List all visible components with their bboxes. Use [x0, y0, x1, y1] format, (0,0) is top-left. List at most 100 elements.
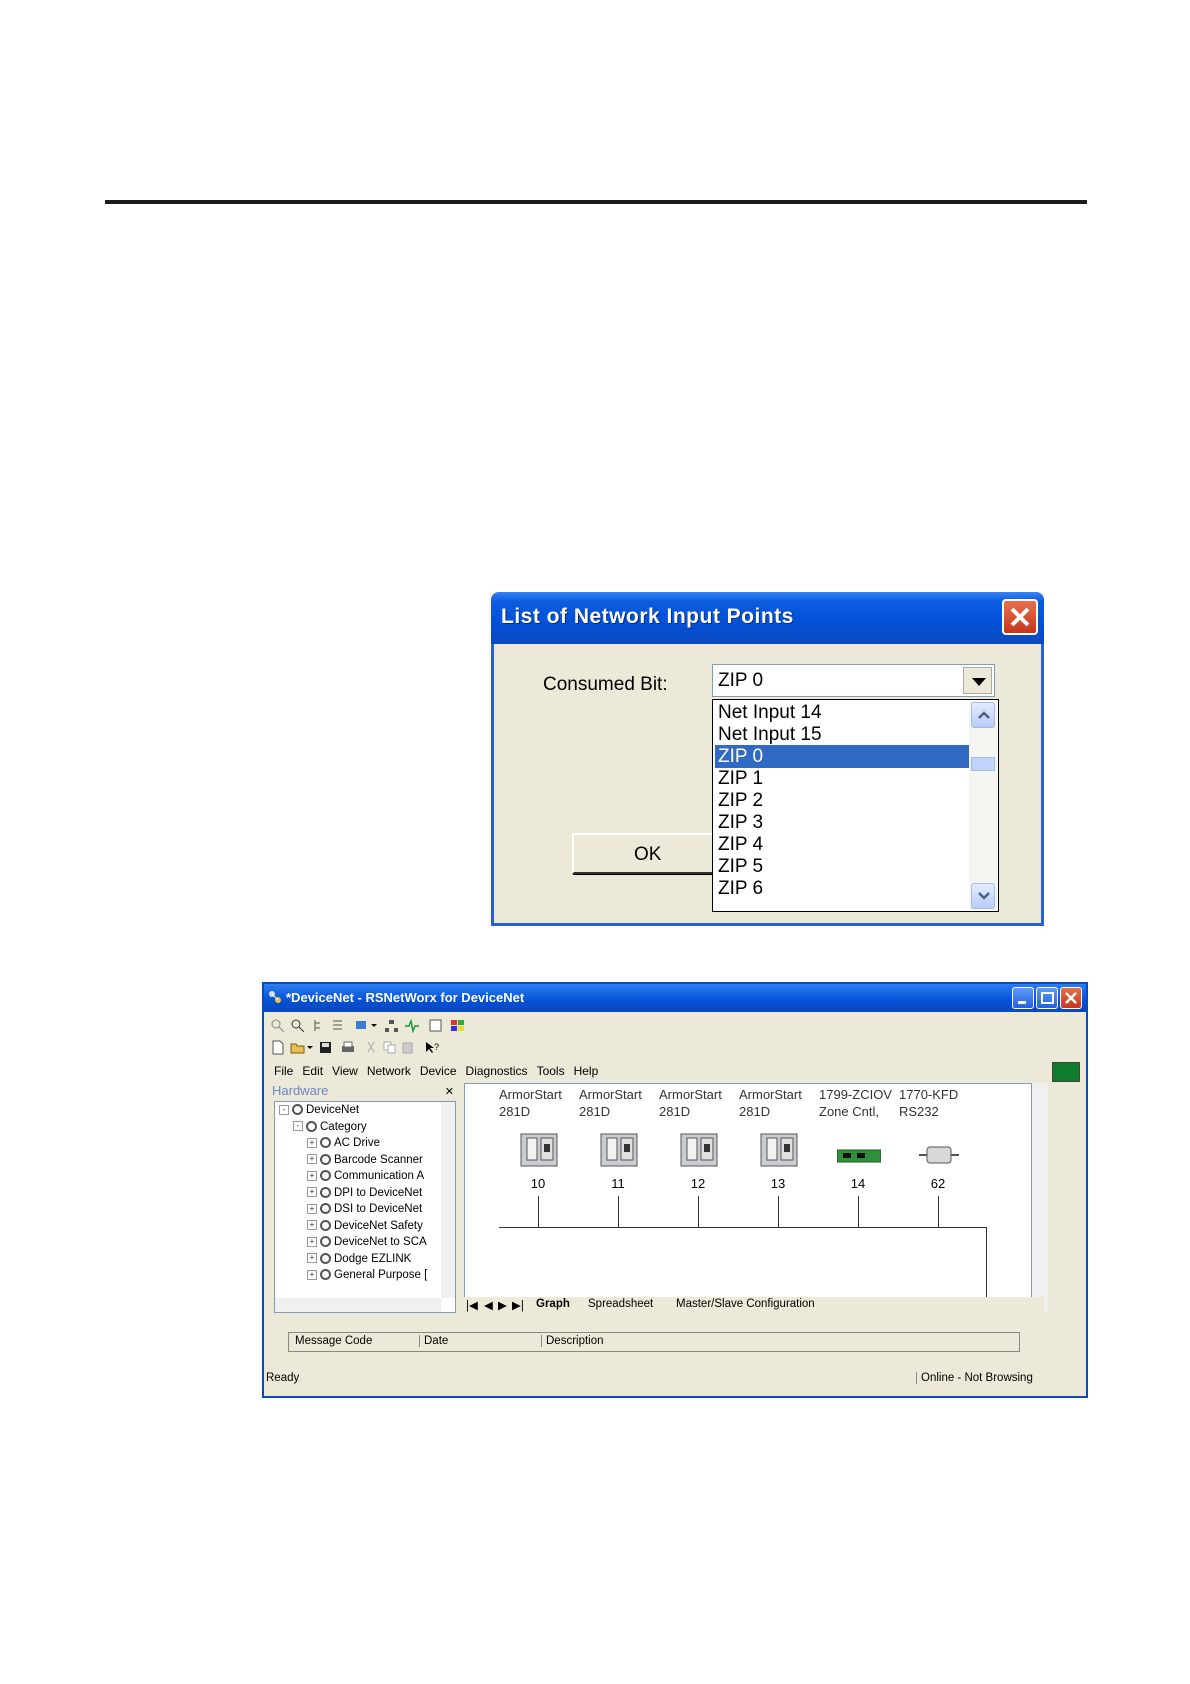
dropdown-option[interactable]: ZIP 2: [715, 789, 969, 812]
dialog-close-button[interactable]: [1002, 599, 1038, 635]
cut-icon[interactable]: [364, 1040, 380, 1055]
tree-node[interactable]: + DSI to DeviceNet: [307, 1203, 422, 1215]
collapse-icon[interactable]: -: [293, 1121, 303, 1132]
save-icon[interactable]: [318, 1040, 334, 1055]
consumed-bit-dropdown-list[interactable]: Net Input 14 Net Input 15 ZIP 0 ZIP 1 ZIP 2Z…: [712, 699, 999, 912]
menu-edit[interactable]: Edit: [302, 1064, 323, 1078]
expand-icon[interactable]: +: [307, 1269, 317, 1280]
consumed-bit-combobox[interactable]: ZIP 0: [712, 664, 995, 697]
expand-icon[interactable]: +: [307, 1236, 317, 1247]
color-grid-icon[interactable]: [450, 1018, 466, 1033]
ok-button[interactable]: OK: [572, 833, 717, 874]
tab-spreadsheet[interactable]: Spreadsheet: [588, 1298, 653, 1310]
last-page-icon[interactable]: ▶|: [512, 1298, 524, 1312]
network-graph-view[interactable]: ArmorStart 281D 10 ArmorStart 281D 11 ArmorSta…: [464, 1083, 1032, 1313]
paste-icon[interactable]: [400, 1040, 416, 1055]
diagnostics-icon[interactable]: [404, 1018, 420, 1033]
dropdown-arrow-icon[interactable]: [306, 1040, 314, 1055]
tree-node[interactable]: + General Purpose [: [307, 1269, 427, 1281]
dropdown-option[interactable]: ZIP 3: [715, 811, 969, 834]
online-icon[interactable]: [354, 1018, 370, 1033]
help-pointer-icon[interactable]: ?: [424, 1040, 440, 1055]
dropdown-option[interactable]: ZIP 5: [715, 855, 969, 878]
minimize-button[interactable]: [1012, 987, 1034, 1009]
dialog-title: List of Network Input Points: [501, 605, 794, 628]
network-icon[interactable]: [384, 1018, 400, 1033]
menu-file[interactable]: File: [274, 1064, 293, 1078]
prev-page-icon[interactable]: ◀: [484, 1298, 493, 1312]
graph-vertical-scrollbar[interactable]: [1032, 1083, 1048, 1311]
tree-node[interactable]: + DeviceNet to SCA: [307, 1236, 427, 1248]
scroll-thumb[interactable]: [971, 757, 995, 771]
copy-icon[interactable]: [382, 1040, 398, 1055]
dropdown-arrow-icon[interactable]: [370, 1018, 378, 1033]
collapse-icon[interactable]: -: [279, 1104, 289, 1115]
dropdown-option[interactable]: Net Input 15: [715, 723, 969, 746]
tree-view-icon[interactable]: [312, 1018, 328, 1033]
tree-node[interactable]: + Dodge EZLINK: [307, 1253, 411, 1265]
chevron-down-icon[interactable]: [963, 667, 992, 694]
menu-tools[interactable]: Tools: [537, 1064, 565, 1078]
menu-network[interactable]: Network: [367, 1064, 411, 1078]
dialog-title-bar[interactable]: List of Network Input Points: [491, 592, 1044, 644]
zoom-in-icon[interactable]: [270, 1018, 286, 1033]
armorstart-device-icon[interactable]: [677, 1132, 721, 1172]
new-file-icon[interactable]: [270, 1040, 286, 1055]
scroll-down-button[interactable]: [971, 883, 995, 909]
message-column-description[interactable]: Description: [541, 1335, 604, 1347]
properties-icon[interactable]: [428, 1018, 444, 1033]
message-column-date[interactable]: Date: [419, 1335, 448, 1347]
menu-view[interactable]: View: [332, 1064, 358, 1078]
device-label: ArmorStart 281D: [499, 1086, 579, 1120]
message-column-message-code[interactable]: Message Code: [295, 1335, 372, 1347]
expand-icon[interactable]: +: [307, 1170, 317, 1181]
dropdown-option[interactable]: Net Input 14: [715, 701, 969, 724]
window-close-button[interactable]: [1060, 987, 1082, 1009]
tab-graph[interactable]: Graph: [536, 1298, 570, 1310]
expand-icon[interactable]: +: [307, 1203, 317, 1214]
armorstart-device-icon[interactable]: [757, 1132, 801, 1172]
next-page-icon[interactable]: ▶: [498, 1298, 507, 1312]
first-page-icon[interactable]: |◀: [466, 1298, 478, 1312]
print-icon[interactable]: [340, 1040, 356, 1055]
scroll-up-button[interactable]: [971, 702, 995, 728]
expand-icon[interactable]: +: [307, 1137, 317, 1148]
hardware-tree[interactable]: - DeviceNet - Category + AC Drive + Barcode Sca…: [274, 1101, 456, 1313]
tree-vertical-scrollbar[interactable]: [441, 1102, 455, 1298]
tree-node[interactable]: + DPI to DeviceNet: [307, 1187, 422, 1199]
expand-icon[interactable]: +: [307, 1187, 317, 1198]
tree-node[interactable]: + DeviceNet Safety: [307, 1220, 423, 1232]
menu-diagnostics[interactable]: Diagnostics: [466, 1064, 528, 1078]
dropdown-option[interactable]: ZIP 1: [715, 767, 969, 790]
expand-icon[interactable]: +: [307, 1253, 317, 1264]
close-pane-icon[interactable]: ✕: [445, 1085, 454, 1098]
dropdown-option[interactable]: ZIP 4: [715, 833, 969, 856]
menu-device[interactable]: Device: [420, 1064, 457, 1078]
expand-icon[interactable]: +: [307, 1154, 317, 1165]
tree-node[interactable]: - Category: [293, 1121, 367, 1133]
armorstart-device-icon[interactable]: [517, 1132, 561, 1172]
network-input-points-dialog: List of Network Input Points Consumed Bi…: [491, 592, 1044, 926]
maximize-icon: [1041, 992, 1054, 1004]
tab-master-slave-configuration[interactable]: Master/Slave Configuration: [676, 1298, 815, 1310]
menu-help[interactable]: Help: [574, 1064, 599, 1078]
device-drop-line: [618, 1196, 619, 1228]
tree-horizontal-scrollbar[interactable]: [275, 1298, 441, 1312]
tree-node[interactable]: - DeviceNet: [279, 1104, 359, 1116]
window-title-bar[interactable]: *DeviceNet - RSNetWorx for DeviceNet: [264, 984, 1086, 1012]
open-folder-icon[interactable]: [290, 1040, 306, 1055]
dropdown-option[interactable]: ZIP 0: [715, 745, 969, 768]
hardware-header: Hardware: [272, 1083, 329, 1098]
dropdown-scrollbar[interactable]: [969, 701, 997, 910]
maximize-button[interactable]: [1036, 987, 1058, 1009]
tree-node[interactable]: + AC Drive: [307, 1137, 380, 1149]
expand-icon[interactable]: +: [307, 1220, 317, 1231]
tree-node[interactable]: + Communication A: [307, 1170, 424, 1182]
hardware-pane: Hardware ✕ - DeviceNet - Category + AC Drive +…: [270, 1083, 456, 1313]
status-bar: Ready Online - Not Browsing: [266, 1370, 1084, 1388]
tree-node[interactable]: + Barcode Scanner: [307, 1154, 423, 1166]
dropdown-option[interactable]: ZIP 6: [715, 877, 969, 900]
armorstart-device-icon[interactable]: [597, 1132, 641, 1172]
list-view-icon[interactable]: [330, 1018, 346, 1033]
zoom-out-icon[interactable]: [290, 1018, 306, 1033]
